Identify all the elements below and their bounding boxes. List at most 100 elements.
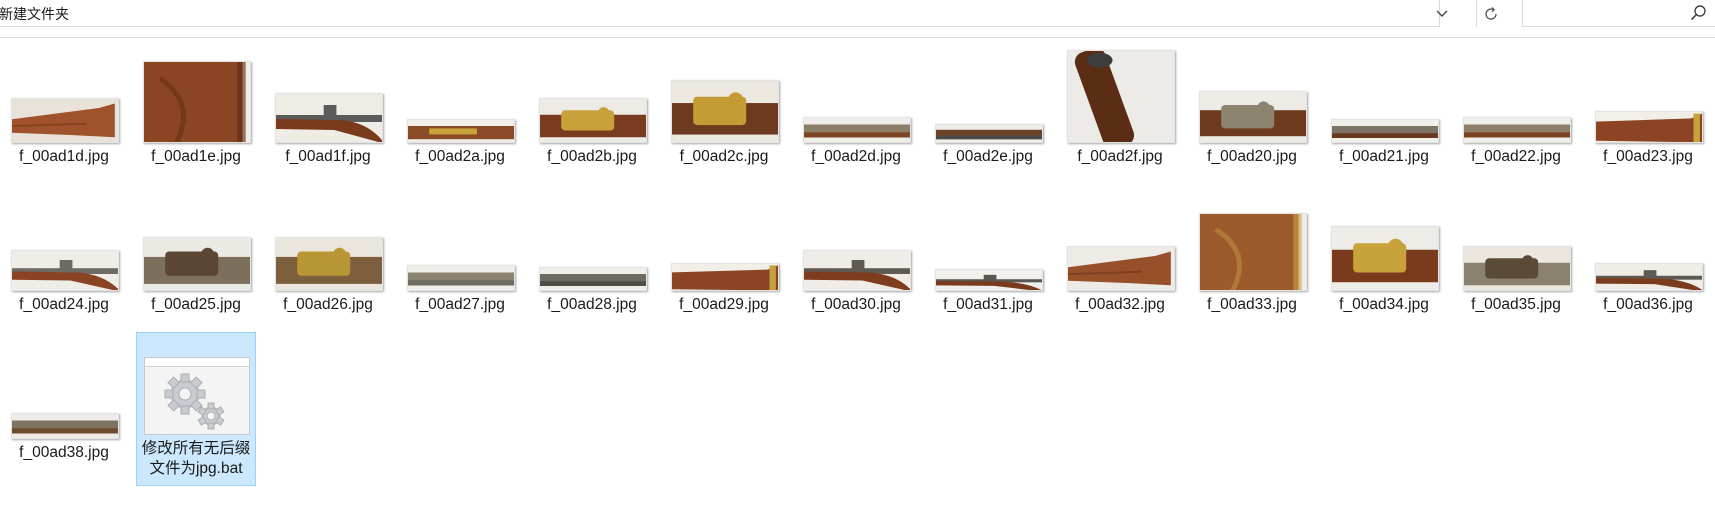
file-name: f_00ad32.jpg xyxy=(1075,296,1165,313)
thumbnail-frame xyxy=(1325,189,1445,291)
thumbnail-image xyxy=(1332,227,1438,290)
thumbnail-image xyxy=(1596,112,1702,142)
thumbnail xyxy=(803,117,911,143)
file-item[interactable]: f_00ad28.jpg xyxy=(532,188,652,318)
thumbnail-image xyxy=(1068,51,1174,142)
file-name: f_00ad27.jpg xyxy=(415,296,505,313)
file-name: f_00ad2b.jpg xyxy=(547,148,637,165)
file-item[interactable]: f_00ad30.jpg xyxy=(796,188,916,318)
thumbnail-frame xyxy=(1589,41,1709,143)
search-box[interactable] xyxy=(1522,0,1715,27)
thumbnail-image xyxy=(1464,118,1570,142)
thumbnail-image xyxy=(540,99,646,142)
thumbnail-frame xyxy=(5,337,125,439)
file-name: f_00ad34.jpg xyxy=(1339,296,1429,313)
refresh-button[interactable] xyxy=(1476,0,1505,27)
search-input[interactable] xyxy=(1529,3,1683,25)
file-name: f_00ad1f.jpg xyxy=(285,148,371,165)
thumbnail-frame xyxy=(1457,189,1577,291)
file-item[interactable]: f_00ad24.jpg xyxy=(4,188,124,318)
thumbnail xyxy=(11,98,119,143)
address-bar[interactable]: 新建文件夹 xyxy=(0,0,1440,27)
thumbnail-frame xyxy=(137,41,257,143)
thumbnail-image xyxy=(12,414,118,438)
search-icon[interactable] xyxy=(1689,4,1707,22)
thumbnail-image xyxy=(1464,247,1570,290)
thumbnail-image xyxy=(1200,92,1306,142)
file-item[interactable]: f_00ad35.jpg xyxy=(1456,188,1576,318)
thumbnail-frame xyxy=(929,189,1049,291)
file-name: f_00ad38.jpg xyxy=(19,444,109,461)
file-item[interactable]: f_00ad33.jpg xyxy=(1192,188,1312,318)
thumbnail xyxy=(539,98,647,143)
thumbnail-image xyxy=(12,251,118,290)
thumbnail-image xyxy=(936,125,1042,142)
thumbnail-image xyxy=(1332,120,1438,142)
file-item[interactable]: f_00ad20.jpg xyxy=(1192,40,1312,170)
thumbnail xyxy=(803,250,911,291)
file-name: f_00ad26.jpg xyxy=(283,296,373,313)
file-item[interactable]: f_00ad22.jpg xyxy=(1456,40,1576,170)
thumbnail-frame xyxy=(1325,41,1445,143)
thumbnail xyxy=(143,61,251,143)
file-item[interactable]: f_00ad38.jpg xyxy=(4,336,124,466)
thumbnail-frame xyxy=(533,189,653,291)
file-grid[interactable]: f_00ad1d.jpg f_00ad1e.jpg f_00ad1f.jpg f_00… xyxy=(0,40,1715,531)
thumbnail-image xyxy=(672,264,778,290)
file-item[interactable]: f_00ad2c.jpg xyxy=(664,40,784,170)
file-item[interactable]: f_00ad2e.jpg xyxy=(928,40,1048,170)
thumbnail-image xyxy=(936,270,1042,290)
file-item[interactable]: f_00ad25.jpg xyxy=(136,188,256,318)
file-item[interactable]: f_00ad2a.jpg xyxy=(400,40,520,170)
file-item[interactable]: f_00ad31.jpg xyxy=(928,188,1048,318)
file-item[interactable]: f_00ad27.jpg xyxy=(400,188,520,318)
thumbnail xyxy=(11,250,119,291)
file-item[interactable]: f_00ad36.jpg xyxy=(1588,188,1708,318)
file-item[interactable]: f_00ad32.jpg xyxy=(1060,188,1180,318)
thumbnail-frame xyxy=(1193,41,1313,143)
thumbnail xyxy=(11,413,119,439)
file-item[interactable]: f_00ad21.jpg xyxy=(1324,40,1444,170)
thumbnail-image xyxy=(804,251,910,290)
thumbnail-image xyxy=(12,99,118,142)
thumbnail-frame xyxy=(269,189,389,291)
file-item[interactable]: f_00ad23.jpg xyxy=(1588,40,1708,170)
file-name: f_00ad25.jpg xyxy=(151,296,241,313)
file-name: f_00ad31.jpg xyxy=(943,296,1033,313)
file-item[interactable]: f_00ad26.jpg xyxy=(268,188,388,318)
file-item[interactable]: f_00ad1d.jpg xyxy=(4,40,124,170)
file-name: f_00ad28.jpg xyxy=(547,296,637,313)
file-item[interactable]: f_00ad34.jpg xyxy=(1324,188,1444,318)
thumbnail-frame xyxy=(269,41,389,143)
file-name: f_00ad33.jpg xyxy=(1207,296,1297,313)
file-item[interactable]: f_00ad1f.jpg xyxy=(268,40,388,170)
thumbnail-image xyxy=(540,268,646,290)
thumbnail-frame xyxy=(401,41,521,143)
file-name: f_00ad1e.jpg xyxy=(151,148,241,165)
file-item[interactable]: f_00ad29.jpg xyxy=(664,188,784,318)
thumbnail-frame xyxy=(665,189,785,291)
thumbnail xyxy=(935,124,1043,143)
thumbnail-frame xyxy=(665,41,785,143)
thumbnail xyxy=(671,263,779,291)
address-history-button[interactable] xyxy=(1428,0,1456,27)
file-item[interactable]: f_00ad2d.jpg xyxy=(796,40,916,170)
file-item[interactable]: f_00ad1e.jpg xyxy=(136,40,256,170)
thumbnail-frame xyxy=(1589,189,1709,291)
thumbnail-frame xyxy=(1457,41,1577,143)
thumbnail-frame xyxy=(797,189,917,291)
thumbnail-frame xyxy=(1061,41,1181,143)
thumbnail-frame xyxy=(5,189,125,291)
thumbnail xyxy=(1331,226,1439,291)
file-item[interactable]: f_00ad2f.jpg xyxy=(1060,40,1180,170)
address-path[interactable]: 新建文件夹 xyxy=(0,4,69,24)
file-name: f_00ad2c.jpg xyxy=(679,148,769,165)
file-item[interactable]: f_00ad2b.jpg xyxy=(532,40,652,170)
file-item-bat[interactable]: 修改所有无后缀文件为jpg.bat xyxy=(136,332,256,486)
thumbnail xyxy=(1595,111,1703,143)
thumbnail-image xyxy=(408,120,514,142)
file-name: f_00ad20.jpg xyxy=(1207,148,1297,165)
file-name: f_00ad2a.jpg xyxy=(415,148,505,165)
thumbnail xyxy=(143,237,251,291)
thumbnail-image xyxy=(804,118,910,142)
